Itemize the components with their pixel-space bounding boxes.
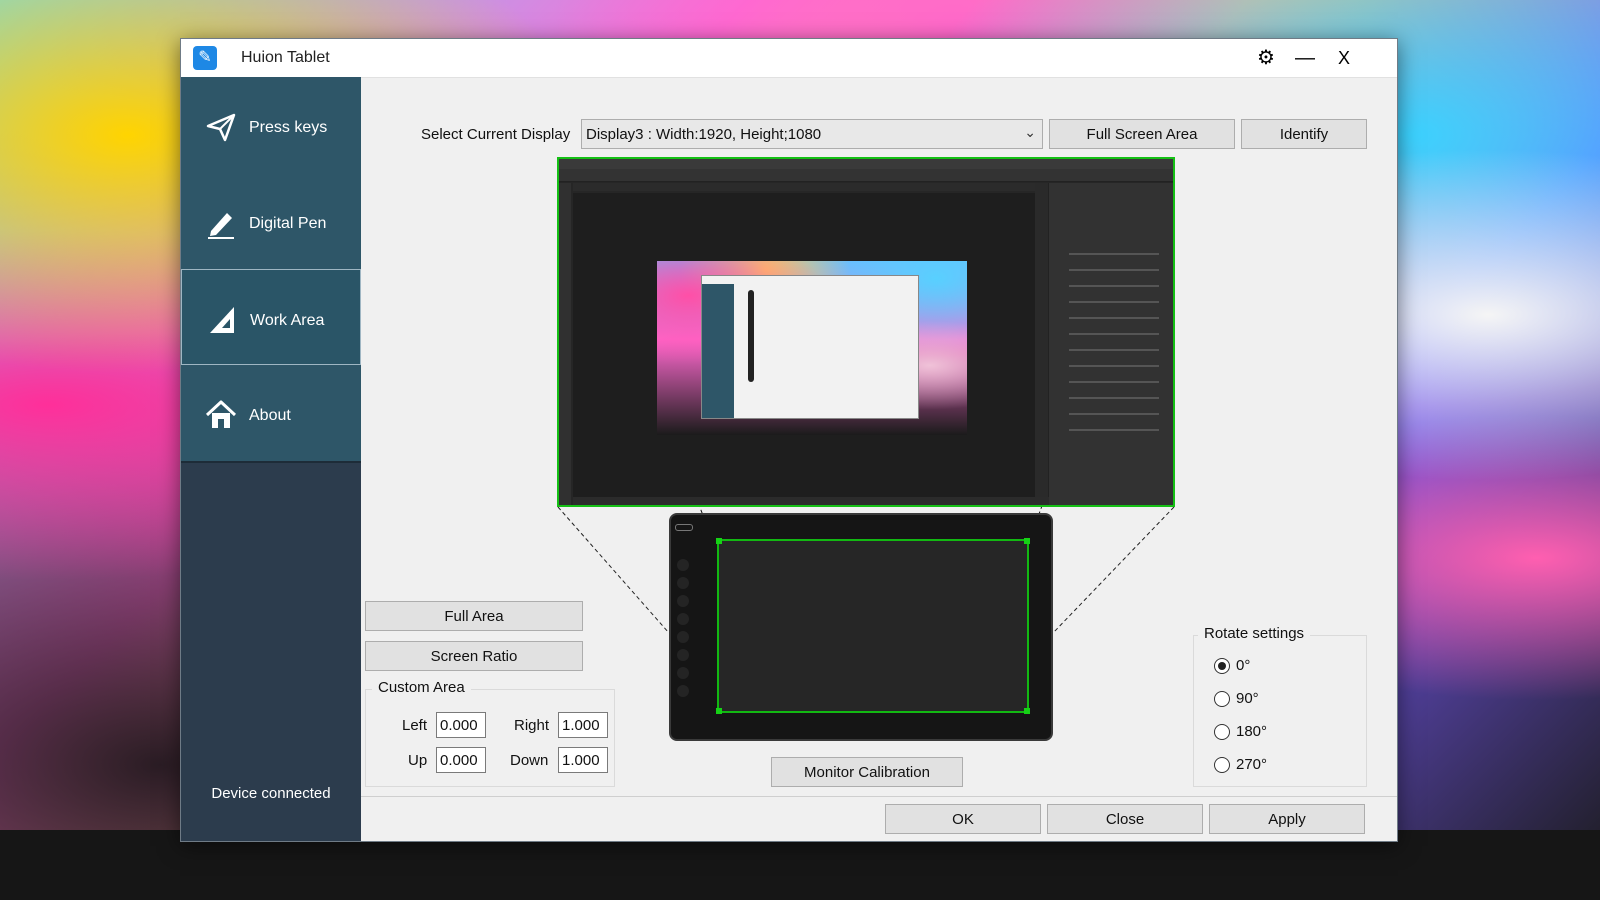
rotate-settings-title: Rotate settings — [1198, 625, 1311, 642]
layer-row — [1069, 365, 1159, 367]
paper-plane-icon — [206, 113, 236, 142]
screen-ratio-button[interactable]: Screen Ratio — [365, 641, 583, 671]
sidebar: Press keys Digital Pen Work Area About D… — [181, 77, 361, 841]
preview-status-bar — [573, 497, 1049, 505]
display-select-value: Display3 : Width:1920, Height;1080 — [586, 126, 822, 143]
tablet-key — [677, 631, 689, 643]
preview-options-bar — [559, 169, 1173, 182]
minimize-button[interactable]: — — [1292, 45, 1318, 71]
right-label: Right — [514, 717, 550, 734]
area-handle[interactable] — [1024, 708, 1030, 714]
tablet-key — [677, 667, 689, 679]
layer-row — [1069, 381, 1159, 383]
layer-row — [1069, 429, 1159, 431]
tablet-active-area[interactable] — [716, 538, 1030, 714]
down-field[interactable]: 1.000 — [558, 747, 608, 773]
rotate-option-label: 270° — [1236, 756, 1268, 773]
preview-artwork — [657, 261, 967, 435]
tablet-key — [677, 613, 689, 625]
dialog-footer: OK Close Apply — [361, 796, 1397, 841]
monitor-calibration-button[interactable]: Monitor Calibration — [771, 757, 963, 787]
sidebar-item-label: Work Area — [250, 312, 325, 329]
home-icon — [205, 400, 237, 428]
preview-layers-panel — [1048, 183, 1173, 505]
up-label: Up — [408, 752, 428, 769]
identify-button[interactable]: Identify — [1241, 119, 1367, 149]
rotate-settings-group: Rotate settings 0° 90° 180° 270° — [1193, 625, 1367, 787]
left-label: Left — [402, 717, 428, 734]
work-area-panel: Select Current Display Display3 : Width:… — [361, 77, 1397, 841]
sidebar-item-about[interactable]: About — [181, 365, 361, 463]
pen-icon — [748, 290, 754, 382]
area-handle[interactable] — [1024, 538, 1030, 544]
preview-menubar — [559, 159, 1173, 169]
triangle-ruler-icon — [210, 307, 234, 333]
sidebar-item-label: Digital Pen — [249, 215, 327, 232]
tablet-key — [677, 595, 689, 607]
tablet-key — [677, 577, 689, 589]
pen-icon — [208, 213, 234, 239]
rotate-0-radio[interactable] — [1214, 658, 1230, 674]
preview-doc-tabs — [573, 183, 1043, 191]
area-handle[interactable] — [716, 708, 722, 714]
preview-toolbar — [559, 183, 571, 505]
device-status: Device connected — [211, 785, 331, 802]
ok-button[interactable]: OK — [885, 804, 1041, 834]
close-button[interactable]: Close — [1047, 804, 1203, 834]
sidebar-item-press-keys[interactable]: Press keys — [181, 77, 361, 175]
tablet-key — [677, 559, 689, 571]
preview-mini-dialog — [701, 275, 919, 419]
title-bar: ✎ Huion Tablet ⚙ — X — [181, 39, 1397, 78]
tablet-key — [677, 685, 689, 697]
rotate-270-radio[interactable] — [1214, 757, 1230, 773]
chevron-down-icon: ⌄ — [1024, 124, 1036, 140]
screen-preview — [557, 157, 1175, 507]
right-field[interactable]: 1.000 — [558, 712, 608, 738]
close-window-button[interactable]: X — [1331, 45, 1357, 71]
rotate-option-label: 90° — [1236, 690, 1259, 707]
layer-row — [1069, 285, 1159, 287]
full-area-button[interactable]: Full Area — [365, 601, 583, 631]
gear-icon[interactable]: ⚙ — [1253, 45, 1279, 71]
sidebar-item-label: Press keys — [249, 119, 328, 136]
rotate-180-radio[interactable] — [1214, 724, 1230, 740]
custom-area-title: Custom Area — [372, 679, 471, 696]
custom-area-group: Custom Area Left 0.000 Right 1.000 Up 0.… — [365, 679, 615, 787]
tablet-key — [677, 649, 689, 661]
huion-app-icon: ✎ — [193, 46, 217, 70]
left-field[interactable]: 0.000 — [436, 712, 486, 738]
huion-tablet-window: ✎ Huion Tablet ⚙ — X Press keys Digital … — [180, 38, 1398, 842]
window-title: Huion Tablet — [241, 49, 330, 66]
tablet-preview — [669, 513, 1053, 741]
rotate-option-label: 180° — [1236, 723, 1268, 740]
full-screen-area-button[interactable]: Full Screen Area — [1049, 119, 1235, 149]
rotate-option-label: 0° — [1236, 657, 1251, 674]
display-label: Select Current Display — [421, 126, 571, 143]
layer-row — [1069, 349, 1159, 351]
tablet-led — [675, 524, 693, 531]
layer-row — [1069, 397, 1159, 399]
preview-mini-sidebar — [702, 284, 734, 418]
sidebar-item-work-area[interactable]: Work Area — [181, 269, 361, 365]
display-select[interactable]: Display3 : Width:1920, Height;1080 ⌄ — [581, 119, 1043, 149]
preview-panel-dock — [1035, 183, 1049, 505]
sidebar-item-digital-pen[interactable]: Digital Pen — [181, 173, 361, 271]
apply-button[interactable]: Apply — [1209, 804, 1365, 834]
layer-row — [1069, 317, 1159, 319]
layer-row — [1069, 269, 1159, 271]
layer-row — [1069, 413, 1159, 415]
area-handle[interactable] — [716, 538, 722, 544]
down-label: Down — [510, 752, 549, 769]
layer-row — [1069, 333, 1159, 335]
sidebar-item-label: About — [249, 407, 291, 424]
up-field[interactable]: 0.000 — [436, 747, 486, 773]
rotate-90-radio[interactable] — [1214, 691, 1230, 707]
layer-row — [1069, 253, 1159, 255]
layer-row — [1069, 301, 1159, 303]
